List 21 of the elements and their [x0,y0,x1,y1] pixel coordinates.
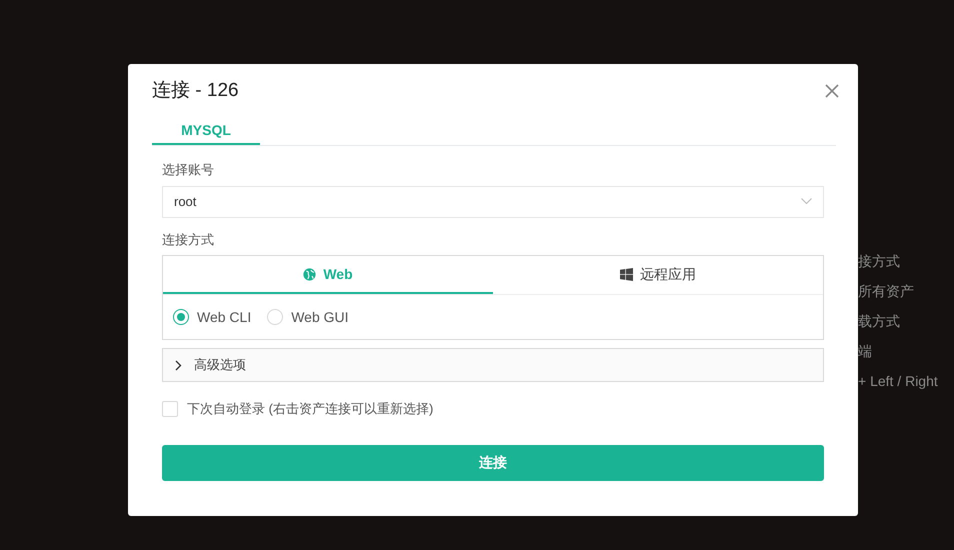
radio-button[interactable] [173,309,189,325]
field-label: 连接方式 [162,230,215,248]
checkbox[interactable] [162,400,178,417]
radio-option[interactable]: Web CLI [173,306,252,328]
close-icon[interactable] [824,83,840,99]
chevron-down-icon [801,198,812,205]
globe-icon [303,268,316,280]
advanced-options-header[interactable]: 高级选项 [162,348,824,382]
windows-icon [620,268,633,280]
background-menu-text: + Left / Right [858,372,938,391]
background-menu-text: 载方式 [858,312,901,331]
radio-option[interactable]: Web GUI [267,306,349,328]
background-menu-text: 端 [858,342,873,361]
method-tab[interactable]: 远程应用 [493,256,823,294]
field-label: 选择账号 [162,161,215,179]
background-menu-text: 接方式 [858,252,901,271]
background-menu-text: 所有资产 [858,282,915,301]
dialog-title: 连接 - 126 [152,79,239,103]
checkbox-label: 下次自动登录 (右击资产连接可以重新选择) [187,400,434,418]
chevron-right-icon [175,360,182,370]
account-select[interactable]: root [162,186,824,218]
